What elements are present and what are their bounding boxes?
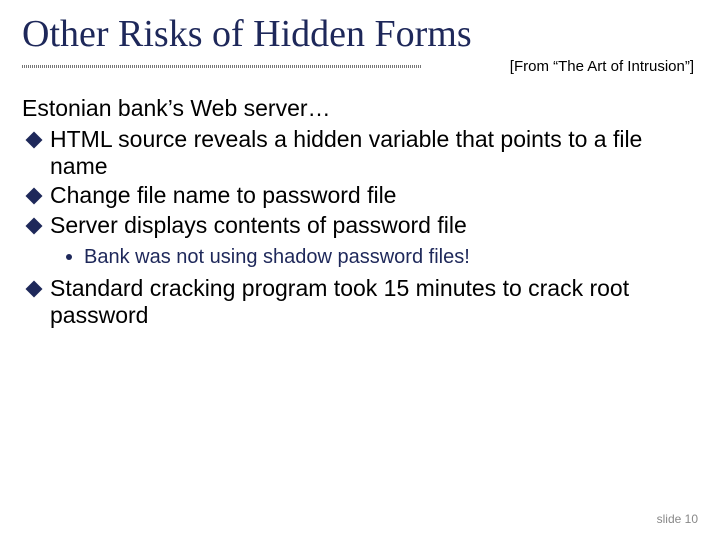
- diamond-icon: [26, 280, 43, 297]
- body-intro: Estonian bank’s Web server…: [22, 95, 698, 122]
- diamond-icon: [26, 132, 43, 149]
- title-rule-row: [From “The Art of Intrusion”]: [22, 58, 698, 75]
- slide: Other Risks of Hidden Forms [From “The A…: [0, 0, 720, 540]
- bullet-text: Standard cracking program took 15 minute…: [50, 275, 629, 328]
- source-citation: [From “The Art of Intrusion”]: [510, 58, 698, 75]
- subbullet-shadow-files: Bank was not using shadow password files…: [22, 245, 698, 269]
- subbullet-text: Bank was not using shadow password files…: [84, 246, 470, 268]
- diamond-icon: [26, 188, 43, 205]
- bullet-change-filename: Change file name to password file: [22, 182, 698, 209]
- bullet-text: HTML source reveals a hidden variable th…: [50, 126, 642, 179]
- bullet-text: Server displays contents of password fil…: [50, 212, 467, 238]
- title-underline: [22, 65, 422, 68]
- bullet-server-displays: Server displays contents of password fil…: [22, 212, 698, 239]
- slide-body: Estonian bank’s Web server… HTML source …: [22, 95, 698, 329]
- diamond-icon: [26, 217, 43, 234]
- dot-icon: [66, 254, 72, 260]
- bullet-text: Change file name to password file: [50, 182, 396, 208]
- slide-title: Other Risks of Hidden Forms: [22, 12, 698, 56]
- bullet-html-source: HTML source reveals a hidden variable th…: [22, 126, 698, 180]
- slide-number: slide 10: [657, 512, 698, 526]
- bullet-cracking-program: Standard cracking program took 15 minute…: [22, 275, 698, 329]
